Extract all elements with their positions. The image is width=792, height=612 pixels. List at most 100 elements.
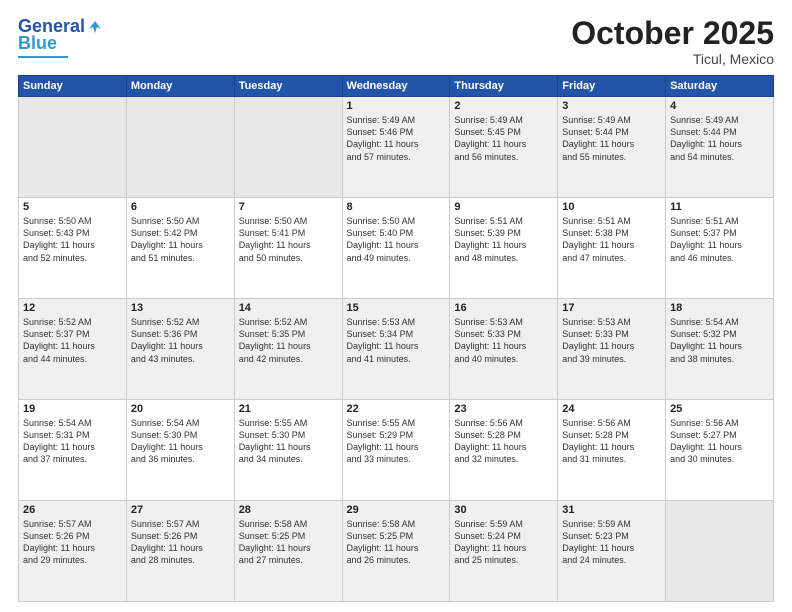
cell-details: Sunrise: 5:55 AM Sunset: 5:30 PM Dayligh… xyxy=(239,417,338,466)
calendar-cell: 16 Sunrise: 5:53 AM Sunset: 5:33 PM Dayli… xyxy=(450,299,558,400)
day-number: 13 xyxy=(131,302,230,314)
logo-bird-icon xyxy=(87,19,103,35)
cell-details: Sunrise: 5:54 AM Sunset: 5:30 PM Dayligh… xyxy=(131,417,230,466)
cell-details: Sunrise: 5:50 AM Sunset: 5:40 PM Dayligh… xyxy=(347,215,446,264)
day-number: 31 xyxy=(562,504,661,516)
day-number: 1 xyxy=(347,100,446,112)
day-number: 24 xyxy=(562,403,661,415)
day-number: 23 xyxy=(454,403,553,415)
day-number: 25 xyxy=(670,403,769,415)
calendar-cell xyxy=(234,97,342,198)
calendar-cell: 19 Sunrise: 5:54 AM Sunset: 5:31 PM Dayli… xyxy=(19,400,127,501)
calendar-cell: 2Sunrise: 5:49 AM Sunset: 5:45 PM Daylig… xyxy=(450,97,558,198)
day-number: 22 xyxy=(347,403,446,415)
col-header-saturday: Saturday xyxy=(666,76,774,97)
location: Ticul, Mexico xyxy=(571,51,774,67)
calendar-week-row: 26 Sunrise: 5:57 AM Sunset: 5:26 PM Dayli… xyxy=(19,501,774,602)
cell-details: Sunrise: 5:58 AM Sunset: 5:25 PM Dayligh… xyxy=(239,518,338,567)
day-number: 17 xyxy=(562,302,661,314)
calendar-cell: 28 Sunrise: 5:58 AM Sunset: 5:25 PM Dayli… xyxy=(234,501,342,602)
cell-details: Sunrise: 5:58 AM Sunset: 5:25 PM Dayligh… xyxy=(347,518,446,567)
calendar-cell: 10Sunrise: 5:51 AM Sunset: 5:38 PM Dayli… xyxy=(558,198,666,299)
calendar-week-row: 1 Sunrise: 5:49 AM Sunset: 5:46 PM Daylig… xyxy=(19,97,774,198)
cell-details: Sunrise: 5:57 AM Sunset: 5:26 PM Dayligh… xyxy=(131,518,230,567)
day-number: 3 xyxy=(562,100,661,112)
day-number: 9 xyxy=(454,201,553,213)
col-header-thursday: Thursday xyxy=(450,76,558,97)
cell-details: Sunrise: 5:52 AM Sunset: 5:36 PM Dayligh… xyxy=(131,316,230,365)
title-area: October 2025 Ticul, Mexico xyxy=(571,16,774,67)
day-number: 7 xyxy=(239,201,338,213)
calendar-cell: 18Sunrise: 5:54 AM Sunset: 5:32 PM Dayli… xyxy=(666,299,774,400)
day-number: 26 xyxy=(23,504,122,516)
cell-details: Sunrise: 5:56 AM Sunset: 5:27 PM Dayligh… xyxy=(670,417,769,466)
cell-details: Sunrise: 5:49 AM Sunset: 5:46 PM Dayligh… xyxy=(347,114,446,163)
calendar-cell: 14 Sunrise: 5:52 AM Sunset: 5:35 PM Dayli… xyxy=(234,299,342,400)
cell-details: Sunrise: 5:49 AM Sunset: 5:44 PM Dayligh… xyxy=(670,114,769,163)
cell-details: Sunrise: 5:53 AM Sunset: 5:33 PM Dayligh… xyxy=(454,316,553,365)
cell-details: Sunrise: 5:51 AM Sunset: 5:39 PM Dayligh… xyxy=(454,215,553,264)
day-number: 19 xyxy=(23,403,122,415)
calendar-cell: 5 Sunrise: 5:50 AM Sunset: 5:43 PM Daylig… xyxy=(19,198,127,299)
day-number: 20 xyxy=(131,403,230,415)
page: General Blue October 2025 Ticul, Mexico … xyxy=(0,0,792,612)
calendar-cell: 8 Sunrise: 5:50 AM Sunset: 5:40 PM Daylig… xyxy=(342,198,450,299)
day-number: 14 xyxy=(239,302,338,314)
cell-details: Sunrise: 5:49 AM Sunset: 5:45 PM Dayligh… xyxy=(454,114,553,163)
calendar-table: SundayMondayTuesdayWednesdayThursdayFrid… xyxy=(18,75,774,602)
cell-details: Sunrise: 5:55 AM Sunset: 5:29 PM Dayligh… xyxy=(347,417,446,466)
cell-details: Sunrise: 5:56 AM Sunset: 5:28 PM Dayligh… xyxy=(562,417,661,466)
day-number: 11 xyxy=(670,201,769,213)
day-number: 29 xyxy=(347,504,446,516)
calendar-cell: 22 Sunrise: 5:55 AM Sunset: 5:29 PM Dayli… xyxy=(342,400,450,501)
logo-underline xyxy=(18,56,68,58)
calendar-cell: 15 Sunrise: 5:53 AM Sunset: 5:34 PM Dayli… xyxy=(342,299,450,400)
cell-details: Sunrise: 5:52 AM Sunset: 5:35 PM Dayligh… xyxy=(239,316,338,365)
day-number: 21 xyxy=(239,403,338,415)
cell-details: Sunrise: 5:54 AM Sunset: 5:31 PM Dayligh… xyxy=(23,417,122,466)
cell-details: Sunrise: 5:53 AM Sunset: 5:34 PM Dayligh… xyxy=(347,316,446,365)
calendar-cell: 20 Sunrise: 5:54 AM Sunset: 5:30 PM Dayli… xyxy=(126,400,234,501)
calendar-cell: 7 Sunrise: 5:50 AM Sunset: 5:41 PM Daylig… xyxy=(234,198,342,299)
calendar-header-row: SundayMondayTuesdayWednesdayThursdayFrid… xyxy=(19,76,774,97)
calendar-cell: 13 Sunrise: 5:52 AM Sunset: 5:36 PM Dayli… xyxy=(126,299,234,400)
calendar-cell: 23 Sunrise: 5:56 AM Sunset: 5:28 PM Dayli… xyxy=(450,400,558,501)
calendar-cell: 11 Sunrise: 5:51 AM Sunset: 5:37 PM Dayli… xyxy=(666,198,774,299)
calendar-cell: 21 Sunrise: 5:55 AM Sunset: 5:30 PM Dayli… xyxy=(234,400,342,501)
cell-details: Sunrise: 5:50 AM Sunset: 5:42 PM Dayligh… xyxy=(131,215,230,264)
calendar-week-row: 12Sunrise: 5:52 AM Sunset: 5:37 PM Dayli… xyxy=(19,299,774,400)
cell-details: Sunrise: 5:50 AM Sunset: 5:41 PM Dayligh… xyxy=(239,215,338,264)
day-number: 6 xyxy=(131,201,230,213)
day-number: 16 xyxy=(454,302,553,314)
day-number: 15 xyxy=(347,302,446,314)
day-number: 27 xyxy=(131,504,230,516)
calendar-cell: 27 Sunrise: 5:57 AM Sunset: 5:26 PM Dayli… xyxy=(126,501,234,602)
cell-details: Sunrise: 5:59 AM Sunset: 5:24 PM Dayligh… xyxy=(454,518,553,567)
col-header-wednesday: Wednesday xyxy=(342,76,450,97)
cell-details: Sunrise: 5:57 AM Sunset: 5:26 PM Dayligh… xyxy=(23,518,122,567)
calendar-cell: 1 Sunrise: 5:49 AM Sunset: 5:46 PM Daylig… xyxy=(342,97,450,198)
header: General Blue October 2025 Ticul, Mexico xyxy=(18,16,774,67)
calendar-cell: 29 Sunrise: 5:58 AM Sunset: 5:25 PM Dayli… xyxy=(342,501,450,602)
cell-details: Sunrise: 5:50 AM Sunset: 5:43 PM Dayligh… xyxy=(23,215,122,264)
calendar-cell: 3Sunrise: 5:49 AM Sunset: 5:44 PM Daylig… xyxy=(558,97,666,198)
col-header-monday: Monday xyxy=(126,76,234,97)
day-number: 4 xyxy=(670,100,769,112)
calendar-cell xyxy=(126,97,234,198)
month-title: October 2025 xyxy=(571,16,774,51)
calendar-cell: 9 Sunrise: 5:51 AM Sunset: 5:39 PM Daylig… xyxy=(450,198,558,299)
day-number: 8 xyxy=(347,201,446,213)
cell-details: Sunrise: 5:53 AM Sunset: 5:33 PM Dayligh… xyxy=(562,316,661,365)
day-number: 5 xyxy=(23,201,122,213)
calendar-cell: 26 Sunrise: 5:57 AM Sunset: 5:26 PM Dayli… xyxy=(19,501,127,602)
calendar-cell: 4 Sunrise: 5:49 AM Sunset: 5:44 PM Daylig… xyxy=(666,97,774,198)
col-header-sunday: Sunday xyxy=(19,76,127,97)
day-number: 28 xyxy=(239,504,338,516)
cell-details: Sunrise: 5:51 AM Sunset: 5:37 PM Dayligh… xyxy=(670,215,769,264)
day-number: 18 xyxy=(670,302,769,314)
cell-details: Sunrise: 5:56 AM Sunset: 5:28 PM Dayligh… xyxy=(454,417,553,466)
calendar-cell: 30Sunrise: 5:59 AM Sunset: 5:24 PM Dayli… xyxy=(450,501,558,602)
calendar-cell: 25 Sunrise: 5:56 AM Sunset: 5:27 PM Dayli… xyxy=(666,400,774,501)
cell-details: Sunrise: 5:59 AM Sunset: 5:23 PM Dayligh… xyxy=(562,518,661,567)
calendar-cell: 31 Sunrise: 5:59 AM Sunset: 5:23 PM Dayli… xyxy=(558,501,666,602)
